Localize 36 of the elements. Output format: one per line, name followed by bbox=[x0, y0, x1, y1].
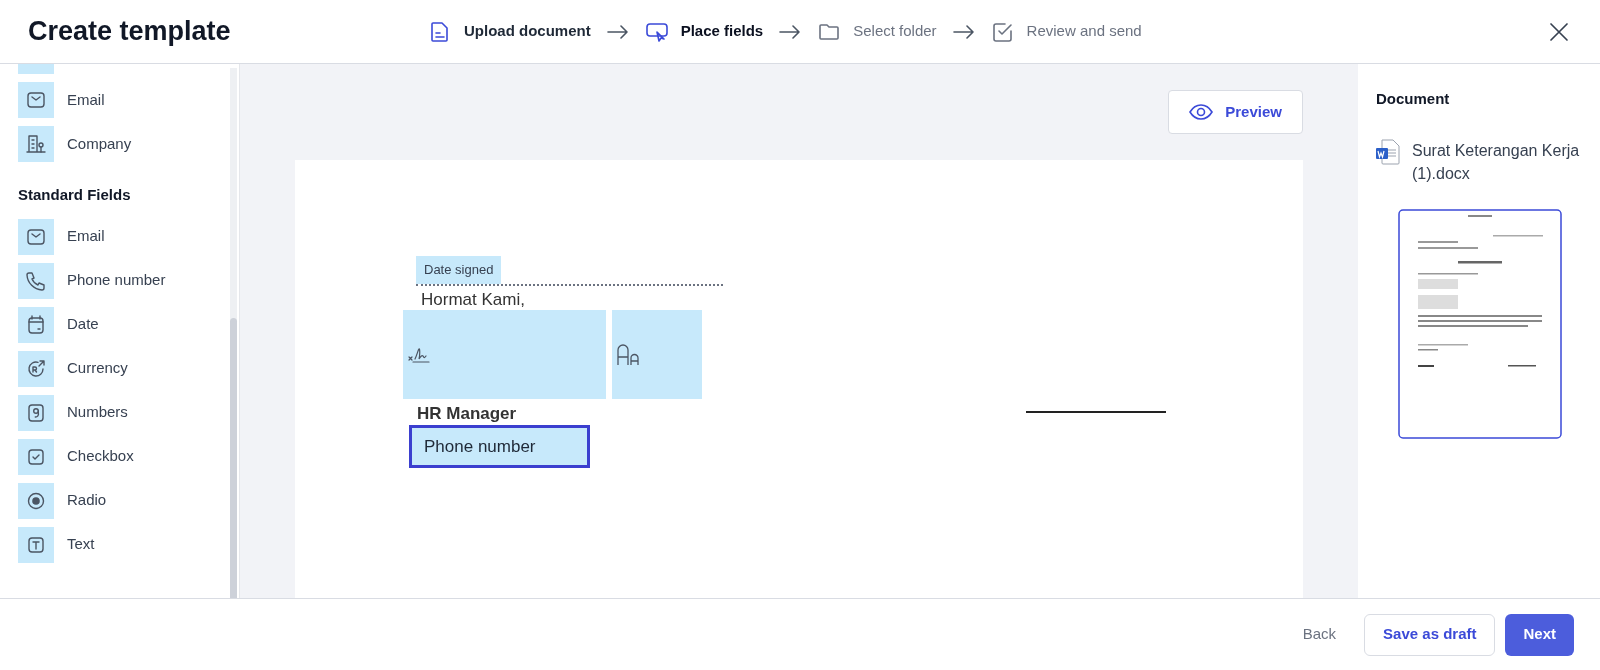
document-text: HR Manager bbox=[417, 403, 517, 425]
step-tab[interactable]: Upload document bbox=[428, 19, 591, 44]
field-type-item[interactable]: Numbers bbox=[18, 394, 230, 431]
scrollbar-thumb[interactable] bbox=[230, 318, 237, 598]
step-tab[interactable]: Place fields bbox=[644, 19, 764, 44]
field-type-item[interactable]: Company bbox=[18, 126, 230, 162]
next-button[interactable]: Next bbox=[1505, 613, 1574, 656]
field-type-item[interactable]: Phone number bbox=[18, 262, 230, 299]
field-type-item[interactable]: Checkbox bbox=[18, 438, 230, 475]
preview-button[interactable]: Preview bbox=[1168, 90, 1303, 134]
arrow-right-icon bbox=[606, 24, 629, 39]
file-name: Surat Keterangan Kerja (1).docx bbox=[1412, 140, 1581, 184]
field-type-item[interactable]: Radio bbox=[18, 482, 230, 519]
date-signed-field[interactable]: Date signed bbox=[416, 256, 502, 284]
save-draft-button[interactable]: Save as draft bbox=[1364, 613, 1496, 656]
initials-field[interactable] bbox=[612, 310, 702, 399]
field-type-item[interactable]: Email bbox=[18, 218, 230, 255]
back-button[interactable]: Back bbox=[1302, 623, 1337, 646]
section-heading: Standard Fields bbox=[18, 185, 132, 205]
field-type-item[interactable]: Email bbox=[18, 82, 230, 118]
close-icon[interactable] bbox=[1548, 20, 1570, 43]
field-type-item[interactable]: Currency bbox=[18, 350, 230, 387]
field-type-item[interactable]: Text bbox=[18, 526, 230, 563]
phone-number-field[interactable]: Phone number bbox=[409, 425, 590, 468]
document-text: Hormat Kami, bbox=[421, 289, 525, 311]
page-title: Create template bbox=[28, 15, 232, 49]
step-tab[interactable]: Review and send bbox=[990, 19, 1142, 44]
word-file-icon bbox=[1376, 138, 1400, 165]
signature-field[interactable] bbox=[403, 310, 606, 399]
step-tab[interactable]: Select folder bbox=[817, 19, 937, 44]
arrow-right-icon bbox=[952, 24, 975, 39]
arrow-right-icon bbox=[779, 24, 802, 39]
building-icon bbox=[24, 132, 48, 156]
eye-icon bbox=[1189, 103, 1214, 121]
panel-title: Document bbox=[1376, 89, 1451, 109]
field-type-item[interactable]: Date bbox=[18, 306, 230, 343]
